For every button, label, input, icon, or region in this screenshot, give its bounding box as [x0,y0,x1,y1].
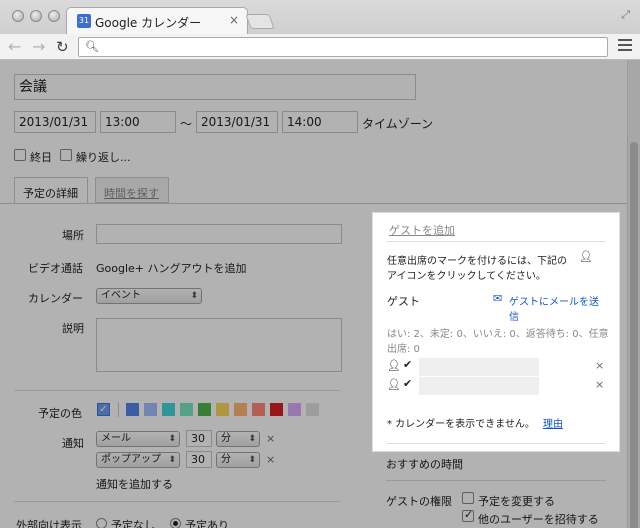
forward-arrow-icon[interactable]: → [32,37,45,56]
rsvp-summary-line1: はい: 2、未定: 0、いいえ: 0、返答待ち: 0、任意 [387,329,609,340]
window-close-button[interactable] [12,10,24,22]
popup-divider-bottom [387,443,605,444]
guests-header: ゲスト [387,295,420,308]
reason-link[interactable]: 理由 [543,415,563,430]
calendar-unavailable-note: * カレンダーを表示できません。 [387,419,535,430]
guest-row: 👤︎ ✔ × [373,357,621,377]
window-zoom-button[interactable] [48,10,60,22]
add-guest-input[interactable]: ゲストを追加 [389,222,455,238]
calendar-favicon-icon: 31 [77,14,91,28]
browser-toolbar: ← → ↻ 🔍︎ [0,34,640,60]
window-minimize-button[interactable] [30,10,42,22]
optional-attendee-icon[interactable]: 👤︎ [387,359,401,372]
add-guest-popup: ゲストを追加 任意出席のマークを付けるには、下記の 👤︎ アイコンをクリックして… [372,212,620,452]
browser-tabstrip: 31 Google カレンダー × ⤢ [0,0,640,34]
back-arrow-icon[interactable]: ← [8,37,21,56]
popup-divider-top [387,241,605,242]
optional-attendee-icon[interactable]: 👤︎ [387,378,401,391]
optional-hint-line1: 任意出席のマークを付けるには、下記の [387,256,567,267]
guest-row: 👤︎ ✔ × [373,376,621,396]
tab-close-icon[interactable]: × [229,13,239,27]
person-icon: 👤︎ [579,250,593,263]
address-bar[interactable]: 🔍︎ [78,37,608,57]
remove-guest-icon[interactable]: × [595,378,604,391]
browser-menu-icon[interactable] [618,39,632,54]
guest-email-redacted [419,377,539,395]
rsvp-summary-line2: 出席: 0 [387,344,420,355]
mail-icon[interactable]: ✉ [493,292,502,305]
response-yes-check-icon: ✔ [403,377,413,390]
optional-hint-line2: アイコンをクリックしてください。 [387,271,546,282]
email-guests-link-cont[interactable]: 信 [509,308,519,323]
remove-guest-icon[interactable]: × [595,359,604,372]
tab-title: Google カレンダー [95,16,202,30]
guest-email-redacted [419,358,539,376]
search-icon: 🔍︎ [85,40,99,53]
response-yes-check-icon: ✔ [403,358,413,371]
fullscreen-icon[interactable]: ⤢ [621,8,630,22]
reload-icon[interactable]: ↻ [56,38,69,56]
new-tab-button[interactable] [245,14,275,29]
browser-tab-calendar[interactable]: 31 Google カレンダー × [66,7,248,34]
email-guests-link[interactable]: ゲストにメールを送 [509,293,599,308]
